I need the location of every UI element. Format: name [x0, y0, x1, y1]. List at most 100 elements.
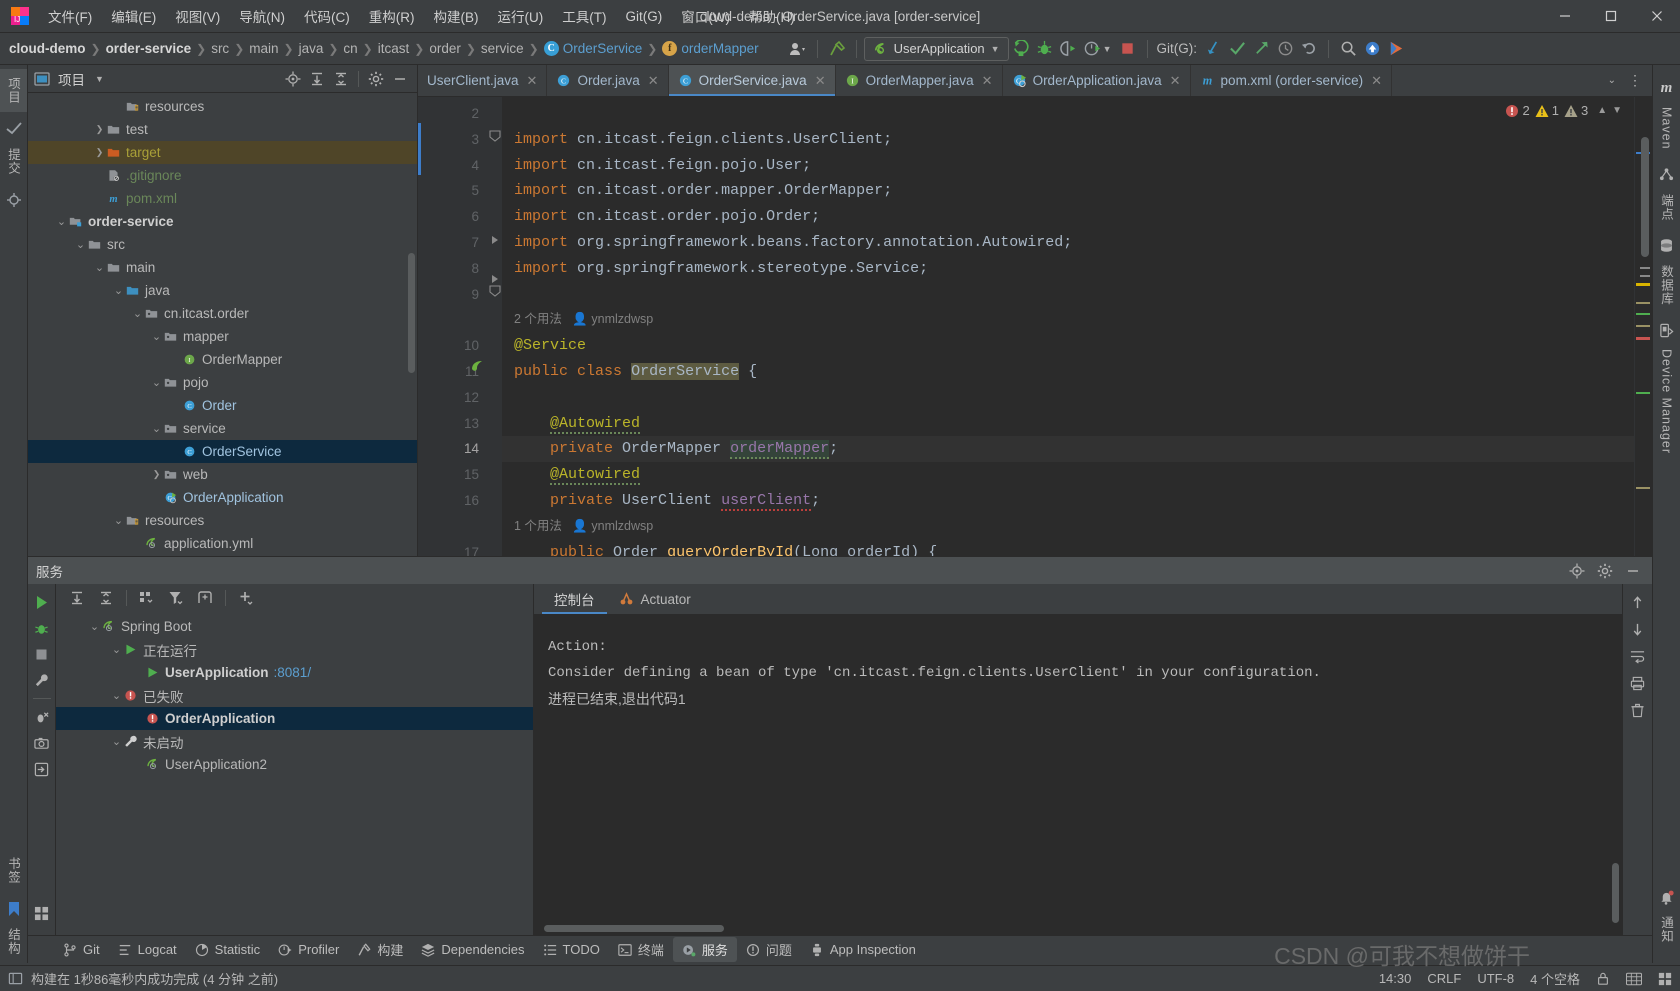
editor-tab[interactable]: C Order.java ✕ [547, 65, 669, 96]
editor-error-stripe[interactable] [1634, 97, 1652, 556]
menu-file[interactable]: 文件(F) [39, 2, 101, 30]
chevron-up-icon[interactable]: ▲ [1597, 105, 1607, 116]
breadcrumb-cloud-demo[interactable]: cloud-demo [6, 39, 89, 58]
tool-tab-endpoints[interactable]: 端点 [1653, 186, 1680, 229]
run-gutter-icon[interactable] [489, 234, 501, 246]
service-url-suffix[interactable]: :8081/ [274, 665, 312, 680]
status-indent[interactable]: 4 个空格 [1530, 969, 1580, 988]
project-tree-row[interactable]: ⌄ src [28, 233, 417, 256]
services-locate-icon[interactable] [1566, 560, 1588, 582]
expand-all-icon[interactable] [306, 68, 328, 90]
bottom-tab-todo[interactable]: TODO [534, 939, 609, 960]
tabs-chevron-down-icon[interactable]: ⌄ [1602, 75, 1622, 86]
device-manager-icon[interactable] [1658, 321, 1676, 339]
clear-all-icon[interactable] [1627, 698, 1649, 722]
hide-panel-icon[interactable] [389, 68, 411, 90]
chevron-down-icon[interactable]: ⌄ [55, 215, 68, 228]
menu-tools[interactable]: 工具(T) [553, 2, 615, 30]
tool-tab-device-manager[interactable]: Device Manager [1656, 341, 1678, 462]
status-more-icon[interactable] [1658, 972, 1672, 986]
error-badge[interactable]: 2 [1505, 103, 1530, 118]
minimize-button[interactable] [1542, 0, 1588, 33]
status-lock-icon[interactable] [1596, 971, 1610, 986]
structure-tool-icon[interactable] [5, 191, 23, 209]
scroll-up-icon[interactable] [1627, 590, 1649, 614]
menu-navigate[interactable]: 导航(N) [230, 2, 294, 30]
close-tab-icon[interactable]: ✕ [527, 73, 538, 89]
tool-tab-maven[interactable]: Maven [1656, 99, 1678, 158]
run-with-coverage-icon[interactable] [1057, 38, 1081, 60]
project-tree-row[interactable]: ⌄ main [28, 256, 417, 279]
run-configuration-selector[interactable]: UserApplication ▼ [863, 36, 1009, 61]
chevron-down-icon[interactable]: ⌄ [88, 620, 101, 633]
chevron-down-icon[interactable]: ⌄ [110, 735, 123, 748]
collapse-all-icon[interactable] [93, 587, 119, 609]
warning-badge[interactable]: 1 [1535, 103, 1559, 118]
status-ime-icon[interactable] [1626, 972, 1642, 986]
chevron-down-icon[interactable]: ⌄ [150, 330, 163, 343]
console-vertical-scrollbar[interactable] [1612, 863, 1619, 923]
project-tree-row[interactable]: I OrderMapper [28, 348, 417, 371]
wrench-settings-icon[interactable] [31, 668, 53, 692]
menu-edit[interactable]: 编辑(E) [102, 2, 165, 30]
breadcrumb-order-service[interactable]: order-service [103, 39, 195, 58]
chevron-down-icon[interactable]: ⌄ [131, 307, 144, 320]
breadcrumb-main[interactable]: main [246, 39, 281, 58]
menu-code[interactable]: 代码(C) [295, 2, 359, 30]
bottom-tab-terminal[interactable]: 终端 [609, 937, 673, 962]
maximize-button[interactable] [1588, 0, 1634, 33]
tool-tab-notifications[interactable]: 通知 [1653, 908, 1680, 951]
project-tree[interactable]: resources ❯ test ❯ target .gitignore m pom.xml ⌄… [28, 93, 417, 556]
menu-git[interactable]: Git(G) [617, 5, 672, 28]
editor-vertical-scrollbar[interactable] [1641, 137, 1649, 257]
project-tree-row[interactable]: ⌄ cn.itcast.order [28, 302, 417, 325]
endpoints-icon[interactable] [1658, 166, 1676, 184]
group-by-icon[interactable] [134, 587, 160, 609]
weak-warning-badge[interactable]: 3 [1564, 103, 1588, 118]
breadcrumb-ordermapper-field[interactable]: f orderMapper [659, 39, 761, 58]
breadcrumb-order[interactable]: order [426, 39, 464, 58]
menu-view[interactable]: 视图(V) [166, 2, 229, 30]
commit-tool-icon[interactable] [5, 120, 23, 138]
project-tree-row[interactable]: ⌄ resources [28, 509, 417, 532]
project-tree-row[interactable]: C OrderApplication [28, 486, 417, 509]
spring-bean-gutter-icon[interactable] [469, 359, 485, 375]
chevron-down-icon[interactable]: ▼ [1612, 105, 1622, 116]
ide-run-icon[interactable] [1384, 38, 1408, 60]
stop-icon[interactable] [1116, 38, 1140, 60]
services-tree-row[interactable]: ⌄ Spring Boot [56, 615, 533, 638]
history-icon[interactable] [1273, 38, 1297, 60]
close-tab-icon[interactable]: ✕ [648, 73, 659, 89]
build-hammer-icon[interactable] [825, 38, 849, 60]
menu-build[interactable]: 构建(B) [425, 2, 488, 30]
project-tree-row[interactable]: m pom.xml [28, 187, 417, 210]
tab-console[interactable]: 控制台 [542, 584, 607, 614]
bottom-tab-app-inspection[interactable]: App Inspection [801, 939, 925, 960]
chevron-down-icon[interactable]: ⌄ [110, 689, 123, 702]
editor-fold-column[interactable] [488, 97, 502, 556]
layout-grid-icon[interactable] [31, 901, 53, 925]
services-tree-row[interactable]: OrderApplication [56, 707, 533, 730]
status-encoding[interactable]: UTF-8 [1477, 971, 1514, 986]
bottom-tab-logcat[interactable]: Logcat [109, 939, 186, 960]
editor-code[interactable]: import cn.itcast.feign.clients.UserClien… [502, 97, 1634, 556]
database-icon[interactable] [1658, 237, 1676, 255]
project-tree-row[interactable]: ❯ web [28, 463, 417, 486]
bottom-tab-problems[interactable]: 问题 [737, 937, 801, 962]
bottom-tab-services[interactable]: 服务 [672, 937, 737, 962]
bottom-tab-statistic[interactable]: Statistic [186, 939, 270, 960]
project-tree-row[interactable]: .gitignore [28, 164, 417, 187]
print-icon[interactable] [1627, 671, 1649, 695]
breadcrumb-cn[interactable]: cn [340, 39, 360, 58]
tabs-more-icon[interactable]: ⋮ [1624, 72, 1647, 89]
project-tree-row[interactable]: application.yml [28, 532, 417, 555]
chevron-down-icon[interactable]: ⌄ [112, 284, 125, 297]
editor-tab[interactable]: UserClient.java ✕ [418, 65, 548, 96]
console-horizontal-scrollbar[interactable] [544, 925, 724, 932]
project-tree-row[interactable]: ⌄ service [28, 417, 417, 440]
notifications-bell-icon[interactable] [1658, 888, 1676, 906]
console-output[interactable]: Action: Consider defining a bean of type… [534, 614, 1622, 935]
fold-region-icon[interactable] [489, 285, 501, 297]
inspection-widget[interactable]: 2 1 3 ▲ ▼ [1505, 103, 1622, 118]
debug-icon[interactable] [1033, 38, 1057, 60]
